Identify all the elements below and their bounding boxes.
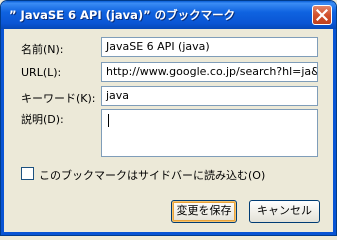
- keyword-label: キーワード(K):: [21, 92, 96, 105]
- window-title: ” JavaSE 6 API (java)” のブックマーク: [9, 8, 236, 22]
- cancel-button[interactable]: キャンセル: [249, 200, 320, 223]
- url-label: URL(L):: [21, 66, 62, 79]
- text-caret: [108, 114, 109, 127]
- load-in-sidebar-label[interactable]: このブックマークはサイドバーに読み込む(O): [39, 167, 265, 183]
- keyword-field[interactable]: java: [101, 86, 318, 106]
- name-field[interactable]: JavaSE 6 API (java): [101, 37, 318, 57]
- bookmark-properties-dialog: ” JavaSE 6 API (java)” のブックマーク 名前(N): Ja…: [0, 0, 337, 236]
- url-field[interactable]: http://www.google.co.jp/search?hl=ja&q=s…: [101, 62, 318, 82]
- close-button[interactable]: [312, 5, 332, 25]
- window-frame-bottom: [1, 232, 336, 235]
- load-in-sidebar-checkbox[interactable]: [21, 167, 34, 180]
- description-field[interactable]: [101, 109, 318, 157]
- save-changes-button[interactable]: 変更を保存: [171, 200, 237, 223]
- name-label: 名前(N):: [21, 43, 64, 56]
- title-bar[interactable]: ” JavaSE 6 API (java)” のブックマーク: [1, 1, 336, 29]
- description-label: 説明(D):: [21, 113, 64, 126]
- window-frame-left: [1, 29, 4, 235]
- window-frame-right: [333, 29, 336, 235]
